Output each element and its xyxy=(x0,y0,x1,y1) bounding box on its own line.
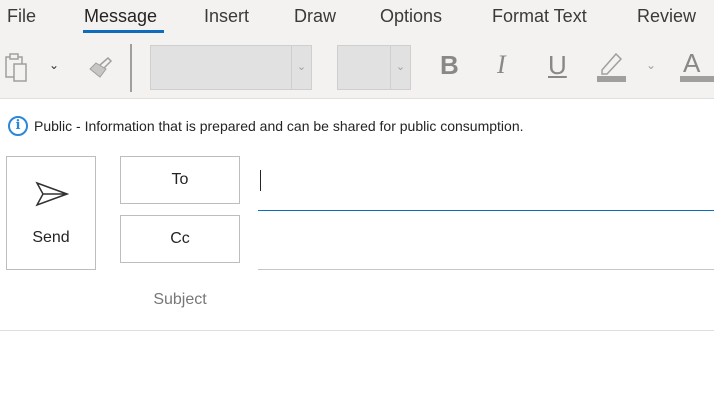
cc-input[interactable] xyxy=(258,218,714,268)
font-color-swatch xyxy=(680,76,714,82)
send-label: Send xyxy=(32,229,70,246)
ribbon: File Message Insert Draw Options Format … xyxy=(0,0,714,99)
to-input[interactable] xyxy=(258,160,714,210)
paste-dropdown-chevron-icon[interactable]: ⌄ xyxy=(49,58,59,72)
paste-icon[interactable] xyxy=(4,52,34,84)
italic-button[interactable]: I xyxy=(497,50,506,80)
text-cursor xyxy=(260,170,261,191)
message-body[interactable] xyxy=(0,331,714,412)
chevron-down-icon: ⌄ xyxy=(291,46,311,89)
chevron-down-icon: ⌄ xyxy=(390,46,410,89)
to-button[interactable]: To xyxy=(120,156,240,204)
sensitivity-banner: i Public - Information that is prepared … xyxy=(8,116,524,136)
info-icon: i xyxy=(8,116,28,136)
subject-label: Subject xyxy=(153,291,207,308)
sensitivity-text: Public - Information that is prepared an… xyxy=(34,118,524,134)
font-size-dropdown[interactable]: ⌄ xyxy=(337,45,411,90)
font-name-dropdown[interactable]: ⌄ xyxy=(150,45,312,90)
tab-review[interactable]: Review xyxy=(637,6,696,27)
toolbar-divider xyxy=(130,44,132,92)
underline-button[interactable]: U xyxy=(548,50,567,81)
bold-button[interactable]: B xyxy=(440,50,459,81)
tab-format-text[interactable]: Format Text xyxy=(492,6,587,27)
tab-options[interactable]: Options xyxy=(380,6,442,27)
tab-file[interactable]: File xyxy=(7,6,36,27)
cc-input-underline xyxy=(258,269,714,270)
active-tab-indicator xyxy=(83,30,164,33)
cc-button[interactable]: Cc xyxy=(120,215,240,263)
send-button[interactable]: Send xyxy=(6,156,96,270)
tab-insert[interactable]: Insert xyxy=(204,6,249,27)
tab-draw[interactable]: Draw xyxy=(294,6,336,27)
send-icon xyxy=(35,181,69,207)
font-color-button[interactable]: A xyxy=(683,48,700,79)
tab-message[interactable]: Message xyxy=(84,6,157,27)
format-painter-icon[interactable] xyxy=(86,55,114,81)
highlight-dropdown-chevron-icon[interactable]: ⌄ xyxy=(646,58,656,72)
subject-input[interactable] xyxy=(258,280,714,328)
highlight-icon[interactable] xyxy=(596,50,628,84)
to-input-underline xyxy=(258,210,714,211)
